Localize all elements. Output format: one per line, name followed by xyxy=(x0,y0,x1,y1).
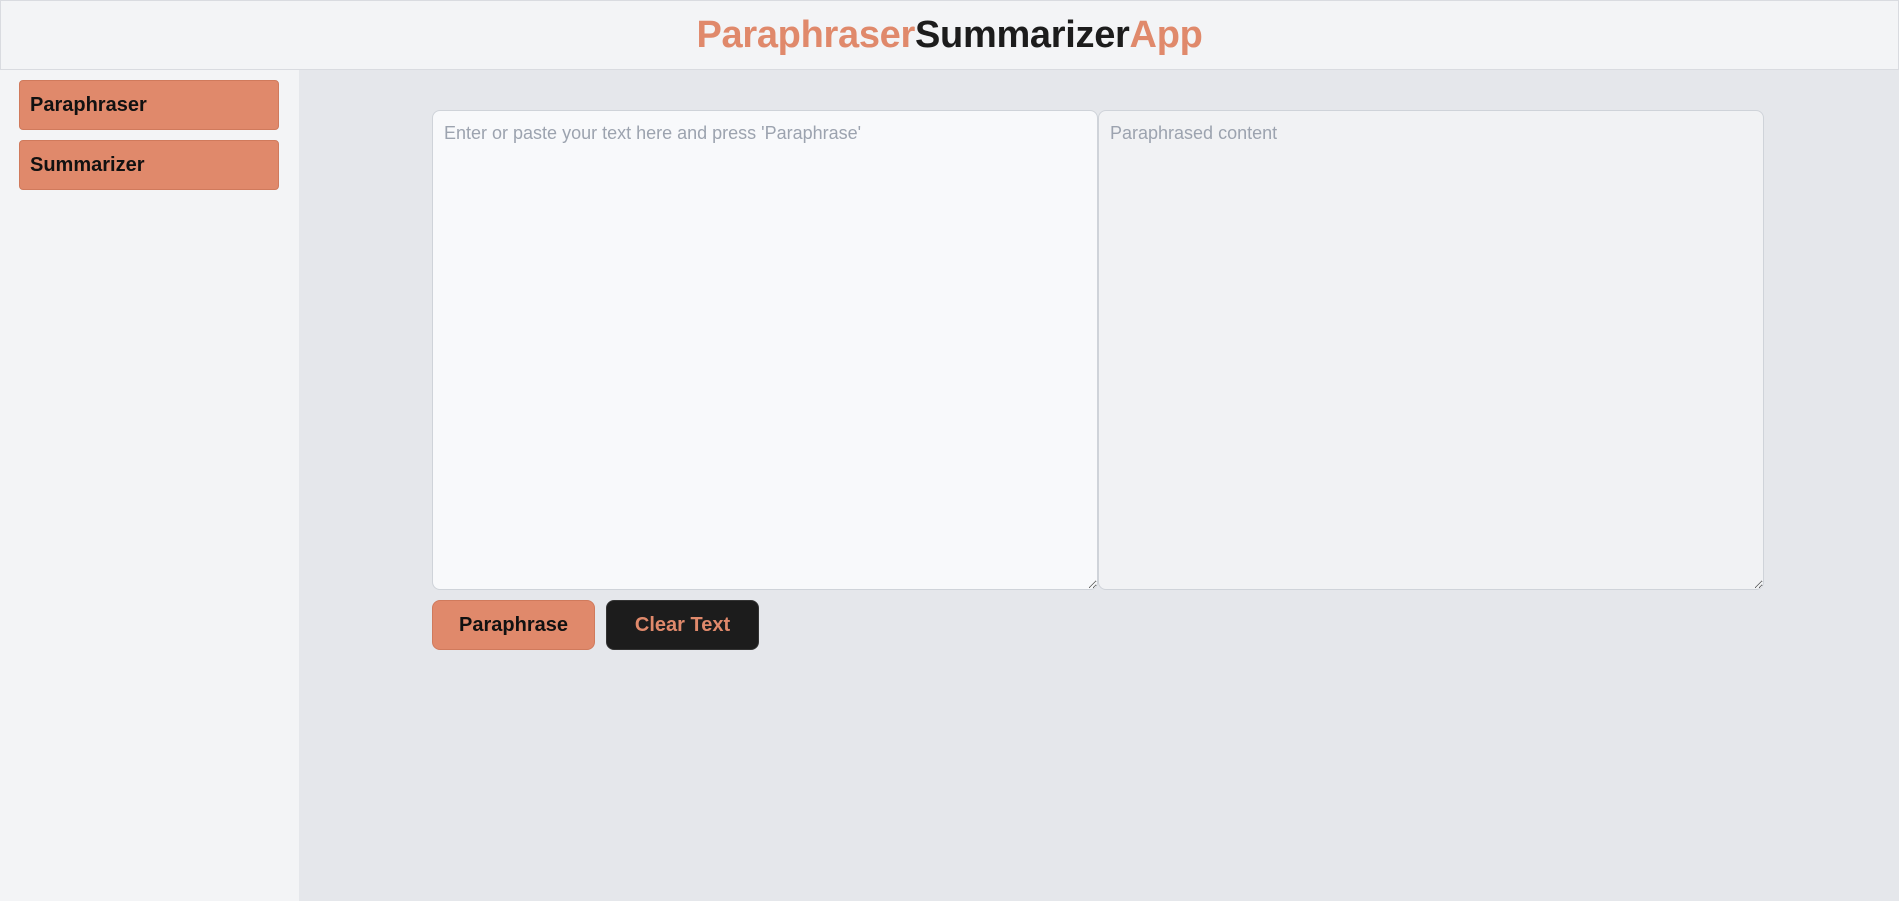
app-title-part-paraphraser: Paraphraser xyxy=(696,14,915,56)
paraphrase-button[interactable]: Paraphrase xyxy=(432,600,595,650)
app-title: ParaphraserSummarizerApp xyxy=(696,16,1202,54)
sidebar-item-summarizer[interactable]: Summarizer xyxy=(19,140,279,190)
app-title-part-app: App xyxy=(1129,14,1203,56)
app-header: ParaphraserSummarizerApp xyxy=(0,0,1899,70)
input-textarea[interactable] xyxy=(432,110,1098,590)
sidebar-item-paraphraser[interactable]: Paraphraser xyxy=(19,80,279,130)
app-title-part-summarizer: Summarizer xyxy=(915,14,1130,56)
output-textarea[interactable] xyxy=(1098,110,1764,590)
main-content: Paraphrase Clear Text xyxy=(299,70,1899,901)
clear-text-button[interactable]: Clear Text xyxy=(606,600,759,650)
sidebar: Paraphraser Summarizer xyxy=(0,70,299,901)
